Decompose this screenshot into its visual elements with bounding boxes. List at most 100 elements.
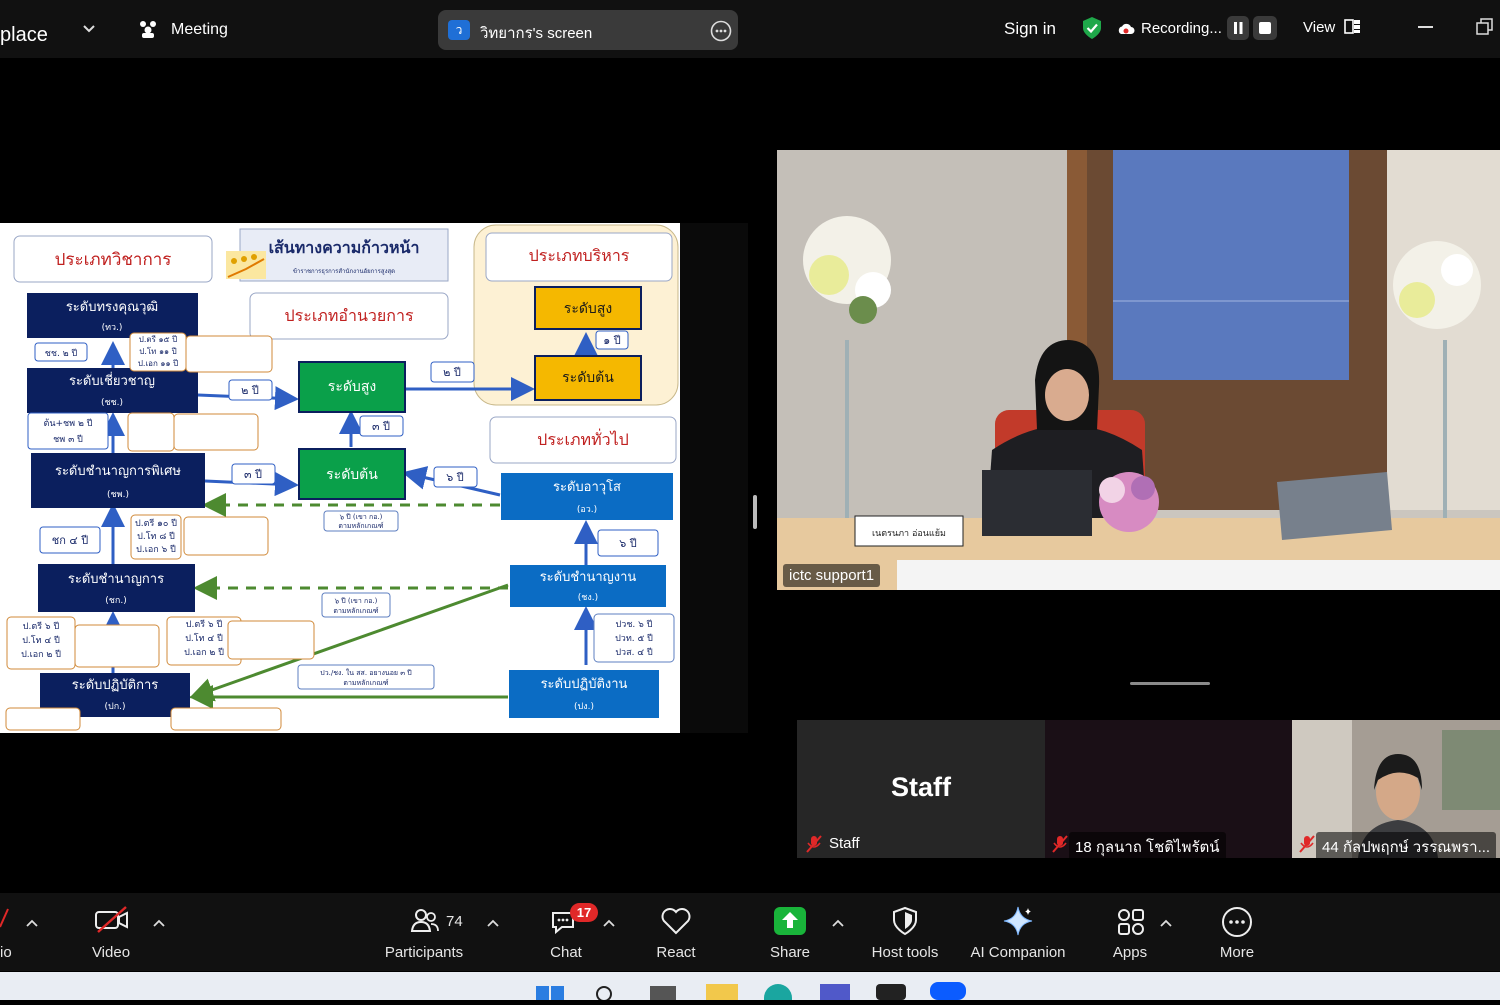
svg-text:ป.เอก ๖ ปี: ป.เอก ๖ ปี (136, 544, 176, 555)
video-options-chevron-icon[interactable] (152, 915, 166, 933)
video-off-icon[interactable] (94, 905, 130, 940)
apps-icon[interactable] (1116, 907, 1146, 942)
svg-text:๖ ปี (เขา กอ.): ๖ ปี (เขา กอ.) (335, 597, 378, 605)
file-explorer-icon[interactable] (706, 984, 738, 1000)
host-tools-shield-icon[interactable] (891, 906, 919, 941)
svg-text:๒ ปี: ๒ ปี (241, 384, 259, 397)
system-tray[interactable] (1150, 986, 1370, 996)
apps-options-chevron-icon[interactable] (1159, 915, 1173, 933)
shared-slide[interactable]: ประเภทวิชาการ ประเภทอำนวยการ ประเภทบริหา… (0, 223, 680, 733)
svg-text:ระดับปฏิบัติงาน: ระดับปฏิบัติงาน (541, 677, 628, 692)
svg-text:ระดับชำนาญการพิเศษ: ระดับชำนาญการพิเศษ (55, 464, 181, 479)
ai-companion-label[interactable]: AI Companion (960, 944, 1076, 961)
svg-text:ปวส. ๔ ปี: ปวส. ๔ ปี (615, 647, 653, 658)
participants-label[interactable]: Participants (374, 944, 474, 961)
search-icon[interactable] (594, 984, 618, 1005)
svg-text:ป.ตรี ๖ ปี: ป.ตรี ๖ ปี (23, 621, 60, 632)
header-subtitle: ข้าราชการธุรการสำนักงานอัยการสูงสุด (293, 268, 395, 275)
people-growth-icon (226, 251, 266, 279)
category-academic: ประเภทวิชาการ (55, 250, 172, 270)
participants-icon[interactable] (410, 907, 440, 940)
participant-tile-3[interactable]: 44 กัลปพฤกษ์ วรรณพรา... (1292, 720, 1500, 858)
svg-text:ระดับเชี่ยวชาญ: ระดับเชี่ยวชาญ (69, 372, 155, 389)
split-resize-handle[interactable] (753, 495, 757, 529)
svg-text:ป.เอก ๒ ปี: ป.เอก ๒ ปี (21, 649, 61, 660)
svg-text:๑ ปี: ๑ ปี (603, 334, 620, 347)
svg-text:๓ ปี: ๓ ปี (244, 468, 262, 481)
muted-mic-icon (805, 834, 823, 858)
more-icon[interactable] (1221, 906, 1253, 943)
svg-text:ชช. ๒ ปี: ชช. ๒ ปี (45, 348, 78, 359)
svg-text:(ทว.): (ทว.) (102, 323, 123, 333)
stop-recording-button[interactable] (1253, 16, 1277, 40)
sign-in-link[interactable]: Sign in (1004, 19, 1056, 39)
svg-text:ป.ตรี ๑๕ ปี: ป.ตรี ๑๕ ปี (139, 335, 177, 344)
share-screen-icon[interactable] (774, 907, 806, 935)
svg-text:(ปก.): (ปก.) (104, 702, 125, 712)
meeting-label[interactable]: Meeting (171, 21, 228, 39)
host-tools-label[interactable]: Host tools (860, 944, 950, 961)
chat-label[interactable]: Chat (536, 944, 596, 961)
participants-options-chevron-icon[interactable] (486, 915, 500, 933)
audio-label[interactable]: io (0, 944, 12, 961)
svg-text:ระดับสูง: ระดับสูง (564, 301, 612, 317)
meeting-controls: io Video 74 Participants 17 Chat React S… (0, 893, 1500, 971)
participant-tile-2[interactable]: 18 กุลนาถ โชติไพรัตน์ (1045, 720, 1292, 858)
svg-text:ระดับอาวุโส: ระดับอาวุโส (553, 479, 621, 495)
chat-options-chevron-icon[interactable] (602, 915, 616, 933)
active-speaker-video[interactable]: เนตรนภา อ่อนแย้ม ictc support1 (777, 150, 1500, 590)
meeting-top-bar: place Meeting ว วิทยากร's screen Sign in… (0, 0, 1500, 58)
ai-companion-sparkle-icon[interactable] (1002, 905, 1034, 942)
restore-window-icon[interactable] (1476, 18, 1494, 41)
share-label[interactable]: Share (760, 944, 820, 961)
svg-text:ระดับต้น: ระดับต้น (562, 370, 614, 386)
svg-text:(ชพ.): (ชพ.) (107, 490, 129, 500)
zoom-app-icon[interactable] (930, 982, 966, 1000)
windows-start-icon[interactable] (536, 984, 566, 1005)
shared-screen-pill[interactable]: ว วิทยากร's screen (438, 10, 738, 50)
participants-count: 74 (446, 913, 463, 930)
svg-text:ป.เอก ๒ ปี: ป.เอก ๒ ปี (184, 647, 224, 658)
more-options-icon[interactable] (710, 20, 732, 47)
edge-browser-icon[interactable] (764, 984, 792, 1000)
recording-cloud-icon (1117, 22, 1135, 41)
svg-text:ปวท. ๕ ปี: ปวท. ๕ ปี (615, 633, 653, 644)
svg-text:๖ ปี: ๖ ปี (446, 471, 463, 484)
svg-text:(ปง.): (ปง.) (574, 702, 594, 712)
apps-label[interactable]: Apps (1100, 944, 1160, 961)
audio-options-chevron-icon[interactable] (25, 915, 39, 933)
svg-text:ป.ตรี ๖ ปี: ป.ตรี ๖ ปี (186, 619, 223, 630)
muted-mic-icon[interactable] (0, 907, 10, 936)
participant-tile-staff[interactable]: Staff Staff (797, 720, 1045, 858)
svg-text:ระดับชำนาญงาน: ระดับชำนาญงาน (540, 570, 637, 585)
pause-recording-button[interactable] (1227, 16, 1249, 40)
teams-icon[interactable] (820, 984, 850, 1000)
gallery-drag-handle[interactable] (1130, 682, 1210, 685)
svg-text:(ชก.): (ชก.) (105, 596, 126, 606)
svg-text:ชพ ๓ ปี: ชพ ๓ ปี (53, 434, 83, 445)
share-options-chevron-icon[interactable] (831, 915, 845, 933)
heart-react-icon[interactable] (660, 907, 692, 940)
app-name-partial: place (0, 24, 48, 46)
sharer-initial-badge: ว (448, 20, 470, 40)
more-label[interactable]: More (1207, 944, 1267, 961)
chat-unread-badge: 17 (570, 903, 598, 922)
svg-text:ปว./ชง. ใน สส. อยางนอย ๓ ปี: ปว./ชง. ใน สส. อยางนอย ๓ ปี (320, 668, 412, 677)
category-executive: ประเภทบริหาร (529, 246, 630, 265)
view-grid-icon[interactable] (1344, 18, 1362, 41)
minimize-window-icon[interactable] (1418, 26, 1433, 28)
task-view-icon[interactable] (650, 986, 676, 1000)
header-title: เส้นทางความก้าวหน้า (269, 238, 420, 257)
svg-text:ป.เอก ๑๑ ปี: ป.เอก ๑๑ ปี (138, 359, 178, 368)
encryption-shield-icon[interactable] (1080, 15, 1104, 46)
muted-mic-icon (1051, 834, 1069, 858)
svg-text:ป.โท ๔ ปี: ป.โท ๔ ปี (185, 633, 223, 644)
app-icon[interactable] (876, 984, 906, 1000)
view-menu-label[interactable]: View (1303, 19, 1335, 36)
chevron-down-icon[interactable] (80, 20, 98, 43)
slide-margin (680, 223, 748, 733)
speaker-scene: เนตรนภา อ่อนแย้ม (777, 150, 1500, 590)
os-taskbar (0, 972, 1500, 1002)
video-label[interactable]: Video (78, 944, 144, 961)
react-label[interactable]: React (646, 944, 706, 961)
